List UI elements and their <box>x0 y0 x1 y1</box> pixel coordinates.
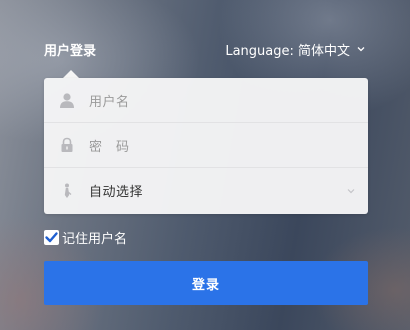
login-mode-value: 自动选择 <box>89 185 144 200</box>
tie-icon <box>64 183 72 198</box>
password-field[interactable]: 密 码 <box>44 123 368 168</box>
checkmark-icon <box>45 231 58 242</box>
username-input[interactable]: 用户名 <box>89 91 130 110</box>
login-button[interactable]: 登录 <box>44 261 368 305</box>
login-form: 用户名 密 码 自动选择 <box>44 78 368 214</box>
language-label: Language: 简体中文 <box>225 43 350 59</box>
login-title: 用户登录 <box>44 43 97 59</box>
remember-username[interactable]: 记住用户名 <box>44 228 128 247</box>
password-input[interactable]: 密 码 <box>89 136 130 155</box>
tab-pointer <box>63 70 79 78</box>
login-header: 用户登录 Language: 简体中文 <box>44 38 366 60</box>
chevron-down-icon <box>347 189 355 194</box>
user-icon <box>60 93 74 108</box>
remember-label: 记住用户名 <box>62 231 128 247</box>
language-selector[interactable]: Language: 简体中文 <box>225 40 366 59</box>
login-page: 用户登录 Language: 简体中文 用户名 密 码 自动选择 记住用户名 登… <box>0 0 410 330</box>
remember-checkbox[interactable] <box>44 229 59 245</box>
login-mode-select[interactable]: 自动选择 <box>44 168 368 213</box>
username-field[interactable]: 用户名 <box>44 78 368 123</box>
chevron-down-icon <box>357 47 365 52</box>
lock-icon <box>61 137 73 152</box>
